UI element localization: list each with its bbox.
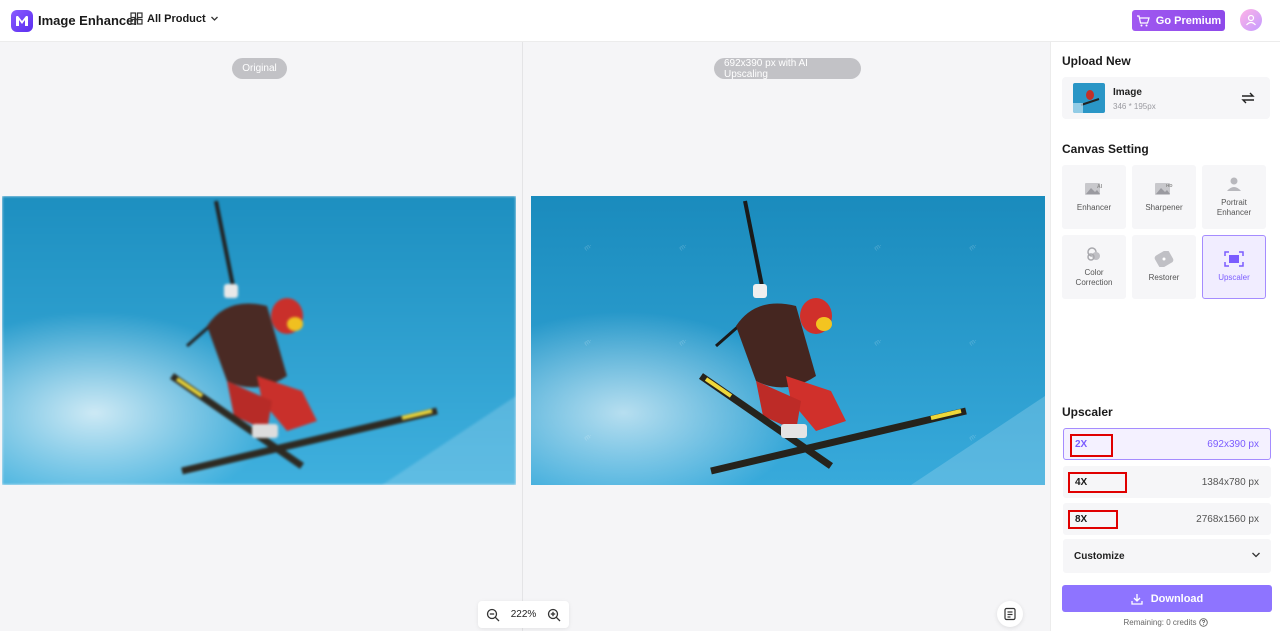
highlight-box [1070, 434, 1113, 457]
tool-sharpener[interactable]: HD Sharpener [1132, 165, 1196, 229]
cart-icon [1136, 14, 1150, 26]
tool-color-correction-label: Color Correction [1075, 268, 1113, 287]
remaining-credits: Remaining: 0 credits [1051, 618, 1280, 627]
download-icon [1131, 593, 1143, 605]
svg-text:HD: HD [1166, 183, 1173, 188]
enhancer-icon: AI [1085, 183, 1103, 195]
app-title: Image Enhancer [38, 13, 139, 28]
chevron-down-icon [210, 16, 218, 21]
upload-thumbnail [1073, 83, 1105, 113]
preview-canvas: Original 692x390 px with AI Upscaling m·… [0, 42, 1050, 631]
highlight-box [1068, 510, 1118, 529]
scale-option-value: 2768x1560 px [1196, 514, 1259, 525]
portrait-icon [1227, 177, 1241, 191]
compare-divider[interactable] [522, 42, 523, 631]
user-avatar[interactable] [1240, 9, 1262, 31]
help-icon[interactable] [1199, 618, 1209, 627]
upload-size: 346 * 195px [1113, 102, 1156, 111]
upscaler-title: Upscaler [1062, 405, 1113, 419]
scale-option-4x[interactable]: 4X 1384x780 px [1063, 466, 1271, 498]
tool-portrait-enhancer-label: Portrait Enhancer [1216, 198, 1252, 217]
original-label: Original [232, 58, 287, 79]
scale-option-2x[interactable]: 2X 692x390 px [1063, 428, 1271, 460]
svg-text:AI: AI [1097, 184, 1103, 190]
tool-portrait-enhancer[interactable]: Portrait Enhancer [1202, 165, 1266, 229]
go-premium-label: Go Premium [1155, 14, 1222, 27]
zoom-control: 222% [478, 601, 569, 628]
tool-restorer[interactable]: Restorer [1132, 235, 1196, 299]
color-correction-icon [1087, 247, 1100, 261]
top-header: Image Enhancer All Product Go Premium [0, 0, 1280, 42]
scale-option-value: 692x390 px [1207, 439, 1259, 450]
zoom-level: 222% [510, 609, 537, 620]
all-product-menu[interactable]: All Product [130, 12, 219, 25]
grid-icon [130, 12, 143, 25]
user-icon [1246, 14, 1256, 26]
replace-image-icon[interactable] [1240, 90, 1256, 106]
tool-sharpener-label: Sharpener [1145, 203, 1183, 212]
chevron-down-icon [1252, 552, 1260, 558]
tool-upscaler-label: Upscaler [1218, 273, 1250, 282]
original-image [2, 196, 516, 485]
notes-icon [1004, 607, 1016, 621]
tool-upscaler[interactable]: Upscaler [1202, 235, 1266, 299]
scale-option-value: 1384x780 px [1201, 477, 1259, 488]
tool-enhancer-label: Enhancer [1076, 203, 1112, 212]
customize-label: Customize [1074, 551, 1125, 562]
settings-panel: Upload New Image 346 * 195px Canvas Sett… [1050, 42, 1280, 631]
highlight-box [1068, 472, 1127, 493]
sharpener-icon: HD [1155, 183, 1173, 195]
zoom-out-icon[interactable] [486, 608, 500, 622]
remaining-text: Remaining: 0 credits [1123, 618, 1197, 627]
download-label: Download [1150, 592, 1204, 605]
upscaled-image: m· m· m· m· m· m· m· m· m· m· [531, 196, 1045, 485]
tool-restorer-label: Restorer [1148, 273, 1180, 282]
upload-name: Image [1113, 87, 1142, 98]
result-label: 692x390 px with AI Upscaling [714, 58, 861, 80]
zoom-in-icon[interactable] [547, 608, 561, 622]
upload-card[interactable]: Image 346 * 195px [1062, 77, 1270, 119]
tool-enhancer[interactable]: AI Enhancer [1062, 165, 1126, 229]
upscaler-icon [1224, 251, 1244, 267]
all-product-label: All Product [147, 12, 206, 25]
download-button[interactable]: Download [1062, 585, 1272, 612]
canvas-setting-title: Canvas Setting [1062, 142, 1149, 156]
go-premium-button[interactable]: Go Premium [1132, 10, 1225, 31]
customize-dropdown[interactable]: Customize [1063, 539, 1271, 573]
upload-new-title: Upload New [1062, 54, 1131, 68]
restorer-icon [1154, 251, 1174, 267]
scale-option-8x[interactable]: 8X 2768x1560 px [1063, 503, 1271, 535]
tool-color-correction[interactable]: Color Correction [1062, 235, 1126, 299]
app-logo-icon[interactable] [11, 10, 33, 32]
feedback-notes-button[interactable] [997, 601, 1023, 627]
